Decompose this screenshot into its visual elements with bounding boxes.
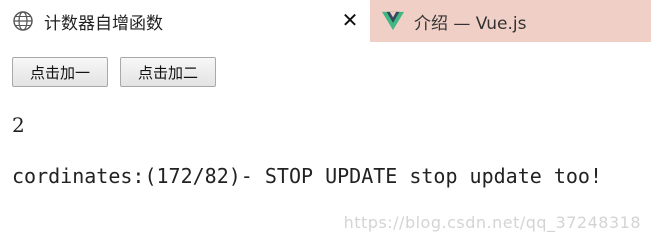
browser-tab-bar: 计数器自增函数 ✕ 介绍 — Vue.js (0, 0, 651, 42)
tab-title: 介绍 — Vue.js (414, 13, 527, 34)
add-two-button[interactable]: 点击加二 (120, 57, 216, 87)
close-tab-icon[interactable]: ✕ (340, 8, 360, 32)
button-row: 点击加一 点击加二 (12, 57, 216, 87)
coordinates-text: cordinates:(172/82)- STOP UPDATE stop up… (12, 164, 603, 188)
globe-icon (12, 10, 34, 32)
tab-vue-intro[interactable]: 介绍 — Vue.js (370, 0, 651, 42)
counter-value: 2 (12, 113, 25, 137)
watermark: https://blog.csdn.net/qq_37248318 (343, 213, 641, 232)
tab-counter[interactable]: 计数器自增函数 ✕ (0, 0, 370, 42)
tab-title: 计数器自增函数 (44, 13, 163, 34)
add-one-button[interactable]: 点击加一 (12, 57, 108, 87)
vue-logo-icon (382, 10, 404, 32)
